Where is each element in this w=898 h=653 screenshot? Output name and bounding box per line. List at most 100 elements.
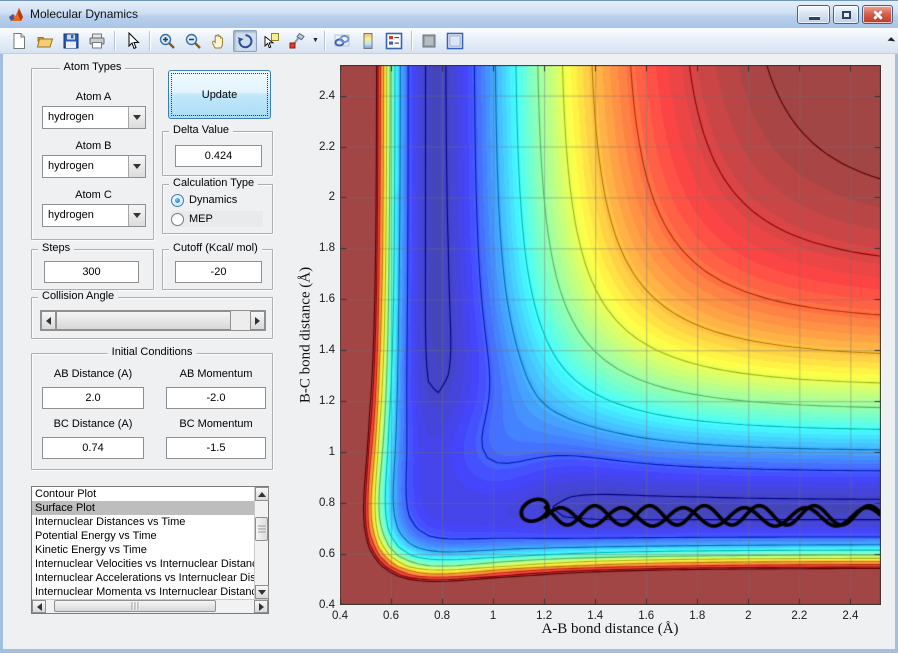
link-plot-icon[interactable] bbox=[330, 30, 354, 52]
calculation-type-panel: Calculation Type Dynamics MEP bbox=[162, 177, 273, 234]
atom-a-dropdown-arrow[interactable] bbox=[128, 107, 145, 128]
brush-data-icon[interactable] bbox=[285, 30, 309, 52]
list-item[interactable]: Contour Plot bbox=[32, 487, 254, 501]
maximize-icon bbox=[842, 11, 851, 19]
slider-left-arrow[interactable] bbox=[41, 311, 56, 330]
y-tick-label: 2.2 bbox=[319, 140, 335, 153]
steps-field[interactable]: 300 bbox=[44, 261, 139, 283]
radio-dynamics[interactable]: Dynamics bbox=[171, 192, 237, 208]
ab-momentum-label: AB Momentum bbox=[179, 368, 253, 380]
matlab-icon bbox=[9, 8, 23, 21]
list-item[interactable]: Internuclear Accelerations vs Internucle… bbox=[32, 571, 254, 585]
toolbar-separator bbox=[149, 30, 150, 51]
hide-plot-tools-icon[interactable] bbox=[417, 30, 441, 52]
list-item[interactable]: Kinetic Energy vs Time bbox=[32, 543, 254, 557]
list-item[interactable]: Internuclear Momenta vs Internuclear Dis… bbox=[32, 585, 254, 599]
listbox-hscrollbar[interactable] bbox=[32, 599, 268, 613]
atom-a-dropdown[interactable]: hydrogen bbox=[42, 106, 146, 129]
list-item[interactable]: Internuclear Velocities vs Internuclear … bbox=[32, 557, 254, 571]
vscroll-thumb[interactable] bbox=[255, 517, 268, 541]
contour-plot-canvas[interactable] bbox=[340, 65, 881, 605]
arrow-left-icon bbox=[46, 316, 51, 325]
zoom-out-icon[interactable] bbox=[181, 30, 205, 52]
list-item[interactable]: Internuclear Distances vs Time bbox=[32, 515, 254, 529]
atom-c-dropdown[interactable]: hydrogen bbox=[42, 204, 146, 227]
zoom-in-icon[interactable] bbox=[155, 30, 179, 52]
y-tick-label: 2 bbox=[328, 191, 335, 204]
atom-c-dropdown-arrow[interactable] bbox=[128, 205, 145, 226]
ab-momentum-field[interactable]: -2.0 bbox=[166, 387, 266, 409]
x-tick-label: 0.4 bbox=[332, 610, 348, 622]
toolbar-separator bbox=[324, 30, 325, 51]
pan-hand-icon[interactable] bbox=[207, 30, 231, 52]
title-bar[interactable]: Molecular Dynamics bbox=[0, 0, 898, 28]
bc-momentum-label: BC Momentum bbox=[179, 418, 253, 430]
cutoff-field[interactable]: -20 bbox=[175, 261, 262, 283]
delta-value-panel: Delta Value 0.424 bbox=[162, 124, 273, 176]
bc-momentum-field[interactable]: -1.5 bbox=[166, 437, 266, 459]
update-button[interactable]: Update bbox=[168, 70, 271, 119]
new-figure-icon[interactable] bbox=[7, 30, 31, 52]
scroll-up-button[interactable] bbox=[255, 487, 269, 501]
initial-conditions-title: Initial Conditions bbox=[107, 346, 197, 358]
plot-type-listbox[interactable]: Contour Plot Surface Plot Internuclear Dis… bbox=[31, 486, 269, 614]
cutoff-title: Cutoff (Kcal/ mol) bbox=[169, 242, 262, 254]
collision-angle-panel: Collision Angle bbox=[31, 290, 273, 339]
atom-c-label: Atom C bbox=[75, 189, 112, 201]
arrow-right-icon bbox=[258, 602, 264, 611]
minimize-button[interactable] bbox=[797, 5, 830, 24]
x-tick-label: 0.6 bbox=[383, 610, 400, 622]
atom-b-dropdown-arrow[interactable] bbox=[128, 156, 145, 177]
slider-thumb[interactable] bbox=[56, 311, 231, 330]
open-file-icon[interactable] bbox=[33, 30, 57, 52]
radio-mep[interactable]: MEP bbox=[171, 211, 263, 227]
close-icon bbox=[872, 9, 883, 20]
list-item[interactable]: Potential Energy vs Time bbox=[32, 529, 254, 543]
scroll-right-button[interactable] bbox=[254, 600, 268, 613]
show-plot-tools-icon[interactable] bbox=[443, 30, 467, 52]
radio-unselected-icon bbox=[171, 212, 184, 226]
maximize-button[interactable] bbox=[833, 5, 859, 24]
atom-b-label: Atom B bbox=[75, 140, 112, 152]
collision-angle-title: Collision Angle bbox=[38, 290, 119, 302]
y-tick-label: 1 bbox=[328, 446, 335, 459]
atom-a-label: Atom A bbox=[75, 91, 112, 103]
brush-dropdown-arrow-icon[interactable]: ▼ bbox=[311, 37, 320, 44]
delta-value-title: Delta Value bbox=[169, 124, 234, 136]
y-tick-label: 0.6 bbox=[319, 548, 335, 561]
scroll-down-button[interactable] bbox=[255, 585, 269, 599]
steps-title: Steps bbox=[38, 242, 75, 254]
print-figure-icon[interactable] bbox=[85, 30, 109, 52]
insert-colorbar-icon[interactable] bbox=[356, 30, 380, 52]
delta-value-field[interactable]: 0.424 bbox=[175, 145, 262, 167]
rotate-3d-icon[interactable] bbox=[233, 29, 257, 52]
toolbar-separator bbox=[114, 30, 115, 51]
ab-distance-field[interactable]: 2.0 bbox=[42, 387, 144, 409]
chevron-down-icon bbox=[133, 213, 141, 218]
edit-pointer-icon[interactable] bbox=[120, 30, 144, 52]
save-figure-icon[interactable] bbox=[59, 30, 83, 52]
data-cursor-icon[interactable] bbox=[259, 30, 283, 52]
bc-distance-field[interactable]: 0.74 bbox=[42, 437, 144, 459]
atom-a-value: hydrogen bbox=[48, 111, 94, 123]
atom-b-dropdown[interactable]: hydrogen bbox=[42, 155, 146, 178]
dynamics-label: Dynamics bbox=[189, 194, 238, 206]
steps-panel: Steps 300 bbox=[31, 242, 154, 290]
listbox-vscrollbar[interactable] bbox=[254, 487, 269, 599]
hscroll-thumb[interactable] bbox=[54, 600, 216, 612]
calculation-type-title: Calculation Type bbox=[169, 177, 259, 189]
x-tick-label: 1.8 bbox=[689, 610, 706, 622]
ab-distance-label: AB Distance (A) bbox=[53, 368, 133, 380]
x-tick-label: 2 bbox=[745, 610, 752, 622]
arrow-left-icon bbox=[36, 602, 42, 611]
atom-types-title: Atom Types bbox=[59, 61, 126, 73]
close-button[interactable] bbox=[862, 5, 893, 24]
y-axis-label: B-C bond distance (Å) bbox=[297, 266, 314, 404]
window-title: Molecular Dynamics bbox=[30, 7, 139, 21]
slider-right-arrow[interactable] bbox=[250, 311, 265, 330]
list-item[interactable]: Surface Plot bbox=[32, 501, 254, 515]
scroll-left-button[interactable] bbox=[32, 600, 46, 613]
collision-angle-slider[interactable] bbox=[40, 310, 266, 331]
figure-toolbar: ▼ bbox=[0, 28, 898, 54]
insert-legend-icon[interactable] bbox=[382, 30, 406, 52]
